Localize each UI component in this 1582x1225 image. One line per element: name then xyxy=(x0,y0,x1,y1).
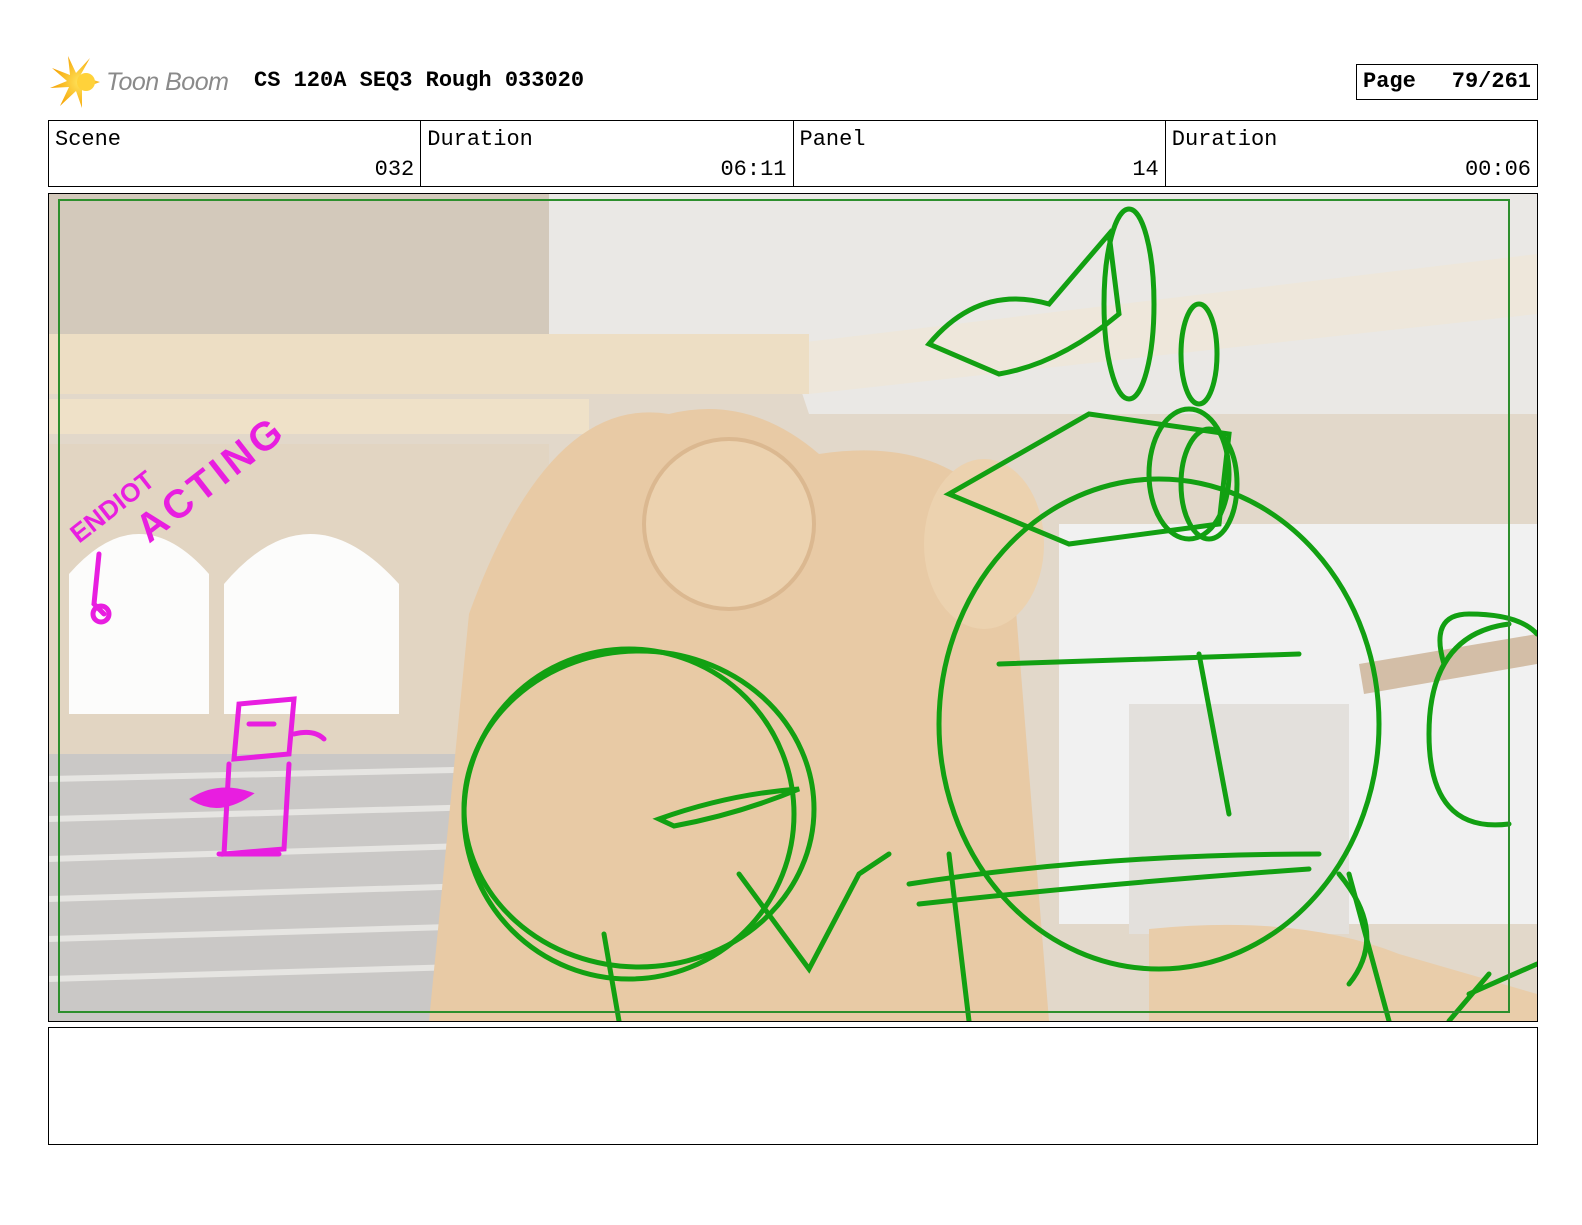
panel-duration-cell: Duration 00:06 xyxy=(1166,121,1537,186)
panel-duration-value: 00:06 xyxy=(1464,157,1531,182)
document-title: CS 120A SEQ3 Rough 033020 xyxy=(254,68,585,93)
scene-label: Scene xyxy=(55,127,122,152)
scene-info-row: Scene 032 Duration 06:11 Panel 14 Durati… xyxy=(48,120,1538,187)
scene-duration-value: 06:11 xyxy=(720,157,787,182)
panel-cell: Panel 14 xyxy=(794,121,1166,186)
starburst-logo-icon xyxy=(50,56,100,108)
page-number: 79/261 xyxy=(1451,69,1531,94)
panel-notes-box xyxy=(48,1027,1538,1145)
page-label: Page xyxy=(1363,69,1416,94)
panel-value: 14 xyxy=(1132,157,1159,182)
panel-artwork: ENDIOT ACTING xyxy=(49,194,1537,1021)
scene-duration-cell: Duration 06:11 xyxy=(421,121,794,186)
toon-boom-logo: Toon Boom xyxy=(50,56,240,108)
scene-cell: Scene 032 xyxy=(49,121,422,186)
scene-duration-label: Duration xyxy=(427,127,533,152)
panel-label: Panel xyxy=(799,127,866,152)
page-indicator: Page 79/261 xyxy=(1356,64,1538,100)
logo-wordmark: Toon Boom xyxy=(106,68,229,96)
panel-duration-label: Duration xyxy=(1171,127,1278,152)
page-header: Toon Boom CS 120A SEQ3 Rough 033020 Page… xyxy=(48,52,1538,112)
scene-value: 032 xyxy=(374,157,415,182)
storyboard-panel-frame: ENDIOT ACTING xyxy=(48,193,1538,1022)
